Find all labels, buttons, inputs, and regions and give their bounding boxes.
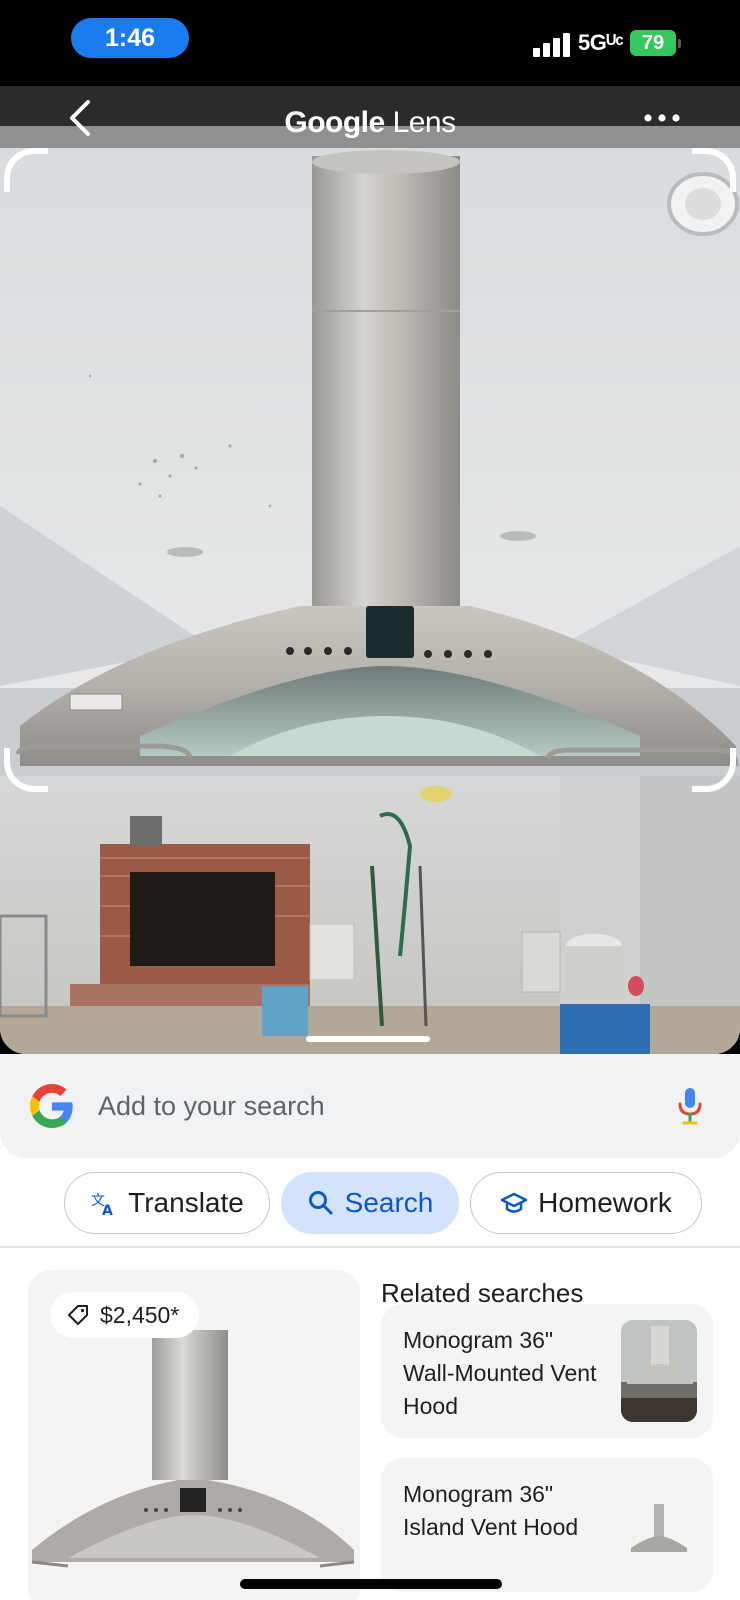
lens-image-viewer[interactable]: Google Lens: [0, 86, 740, 1054]
google-g-icon: [30, 1084, 73, 1128]
mode-chips: 文 A Translate Search Homework: [0, 1172, 740, 1236]
related-search-item[interactable]: Monogram 36" Wall-Mounted Vent Hood: [381, 1304, 713, 1438]
product-image: [31, 1330, 355, 1568]
chip-homework-label: Homework: [538, 1187, 672, 1218]
title-lens: Lens: [392, 106, 457, 139]
search-input[interactable]: Add to your search: [98, 1091, 325, 1122]
battery-tip: [678, 39, 681, 48]
related-thumbnail: [621, 1474, 697, 1576]
related-search-label: Monogram 36" Island Vent Hood: [403, 1481, 579, 1540]
chip-search[interactable]: Search: [281, 1172, 459, 1234]
cellular-signal-icon: [533, 33, 573, 57]
related-search-item[interactable]: Monogram 36" Island Vent Hood: [381, 1458, 713, 1592]
microphone-icon[interactable]: [676, 1086, 704, 1126]
chip-homework[interactable]: Homework: [470, 1172, 702, 1234]
home-indicator[interactable]: [240, 1579, 502, 1589]
chip-translate-label: Translate: [128, 1187, 244, 1218]
battery-icon: 79: [630, 30, 676, 56]
price-text: $2,450*: [100, 1301, 180, 1328]
related-thumbnail: [621, 1320, 697, 1422]
network-type: 5Gᵁᶜ: [578, 30, 624, 55]
status-time[interactable]: 1:46: [71, 18, 189, 58]
add-to-search-bar[interactable]: Add to your search: [0, 1054, 740, 1158]
sheet-drag-handle[interactable]: [306, 1036, 430, 1042]
product-result-card[interactable]: $2,450*: [28, 1270, 360, 1600]
page-title: Google Lens: [0, 106, 740, 140]
title-google: Google: [284, 106, 385, 139]
price-badge: $2,450*: [50, 1292, 200, 1338]
divider: [0, 1246, 740, 1248]
related-search-label: Monogram 36" Wall-Mounted Vent Hood: [403, 1327, 597, 1419]
status-bar: 1:46 5Gᵁᶜ 79: [0, 0, 740, 86]
graduation-cap-icon: [500, 1192, 528, 1213]
more-horizontal-icon[interactable]: [642, 110, 682, 126]
scene-photo: [0, 86, 740, 1054]
results-sheet: Add to your search 文 A Translate Search …: [0, 1054, 740, 1600]
chip-translate[interactable]: 文 A Translate: [64, 1172, 270, 1234]
translate-icon: 文 A: [91, 1193, 113, 1217]
search-icon: [308, 1191, 333, 1215]
chip-search-label: Search: [344, 1187, 434, 1218]
price-tag-icon: [68, 1305, 88, 1325]
lens-header: Google Lens: [0, 86, 740, 152]
svg-text:A: A: [102, 1203, 113, 1217]
phone-screen: 1:46 5Gᵁᶜ 79 Google Lens Add to your sea…: [0, 0, 740, 1600]
